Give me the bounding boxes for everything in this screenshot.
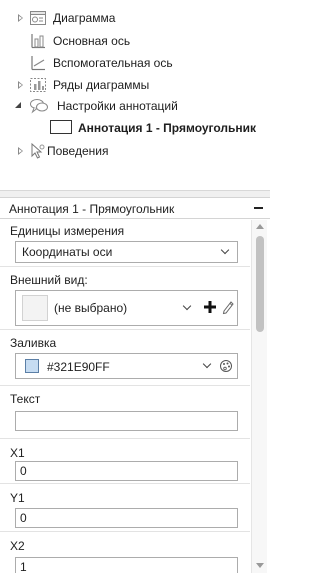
appearance-preview: [22, 295, 48, 321]
scroll-down-icon[interactable]: [256, 563, 264, 568]
tree-item-behaviors[interactable]: Поведения: [0, 140, 200, 162]
secondary-axis-icon: [29, 55, 47, 71]
expand-arrow-icon[interactable]: [18, 147, 23, 155]
properties-header: Аннотация 1 - Прямоугольник: [0, 198, 270, 219]
x1-property: X1: [0, 440, 250, 484]
tree-item-label: Поведения: [47, 144, 109, 158]
x2-property: X2: [0, 533, 250, 573]
expand-arrow-icon[interactable]: [18, 14, 23, 22]
fill-color-dropdown[interactable]: #321E90FF: [15, 353, 238, 379]
tree-item-annotation-1-rectangle[interactable]: Аннотация 1 - Прямоугольник: [48, 117, 262, 139]
tree-item-label: Настройки аннотаций: [57, 99, 178, 113]
y1-field: [15, 508, 238, 528]
axis-icon: [29, 33, 47, 49]
units-label: Единицы измерения: [10, 224, 125, 238]
chart-settings-tree: Диаграмма Основная ось Вспомогательная о…: [0, 0, 270, 190]
tree-item-label: Диаграмма: [53, 11, 116, 25]
tree-item-chart[interactable]: Диаграмма: [0, 7, 200, 29]
add-icon[interactable]: [202, 299, 218, 315]
scroll-thumb[interactable]: [256, 236, 264, 332]
appearance-value: (не выбрано): [54, 301, 128, 315]
x1-field: [15, 461, 238, 481]
color-picker-icon[interactable]: [219, 359, 233, 373]
appearance-label: Внешний вид:: [10, 273, 88, 287]
annotations-icon: [29, 98, 48, 114]
fill-color-swatch: [25, 359, 39, 373]
chevron-down-icon: [202, 359, 212, 369]
tree-item-label: Вспомогательная ось: [53, 56, 173, 70]
y1-input[interactable]: [16, 509, 237, 527]
units-value: Координаты оси: [22, 245, 113, 259]
chart-icon: [29, 10, 47, 26]
tree-item-secondary-axis[interactable]: Вспомогательная ось: [0, 52, 220, 74]
units-dropdown[interactable]: Координаты оси: [15, 241, 238, 263]
appearance-dropdown[interactable]: (не выбрано): [15, 290, 238, 326]
x1-label: X1: [10, 446, 25, 460]
edit-icon[interactable]: [221, 299, 235, 315]
y1-label: Y1: [10, 491, 25, 505]
properties-title: Аннотация 1 - Прямоугольник: [9, 202, 175, 216]
text-field: [15, 411, 238, 431]
scroll-up-icon[interactable]: [256, 224, 264, 229]
text-property: Текст: [0, 387, 250, 439]
rectangle-icon: [50, 120, 72, 134]
expand-arrow-icon[interactable]: [18, 81, 23, 89]
panel-splitter[interactable]: [0, 190, 270, 197]
y1-property: Y1: [0, 485, 250, 532]
chevron-down-icon: [220, 245, 230, 255]
units-property: Единицы измерения Координаты оси: [0, 220, 250, 267]
series-icon: [29, 77, 47, 93]
tree-item-primary-axis[interactable]: Основная ось: [0, 30, 200, 52]
fill-label: Заливка: [10, 336, 57, 350]
behavior-icon: [29, 142, 47, 159]
appearance-property: Внешний вид: (не выбрано): [0, 268, 250, 330]
x2-input[interactable]: [16, 558, 237, 573]
tree-item-chart-series[interactable]: Ряды диаграммы: [0, 74, 200, 96]
properties-panel: Аннотация 1 - Прямоугольник Единицы изме…: [0, 197, 270, 573]
x2-label: X2: [10, 539, 25, 553]
collapse-arrow-icon[interactable]: [15, 102, 21, 108]
x2-field: [15, 557, 238, 573]
tree-item-label: Аннотация 1 - Прямоугольник: [78, 121, 257, 135]
tree-item-annotation-settings[interactable]: Настройки аннотаций: [0, 95, 220, 117]
chevron-down-icon: [182, 301, 192, 311]
tree-item-label: Ряды диаграммы: [53, 78, 150, 92]
properties-scrollbar[interactable]: [251, 220, 267, 573]
collapse-panel-button[interactable]: [253, 202, 265, 214]
text-label: Текст: [10, 392, 41, 406]
text-input[interactable]: [16, 412, 237, 430]
tree-item-label: Основная ось: [53, 34, 131, 48]
x1-input[interactable]: [16, 462, 237, 480]
fill-property: Заливка #321E90FF: [0, 331, 250, 386]
fill-color-value: #321E90FF: [47, 360, 110, 374]
